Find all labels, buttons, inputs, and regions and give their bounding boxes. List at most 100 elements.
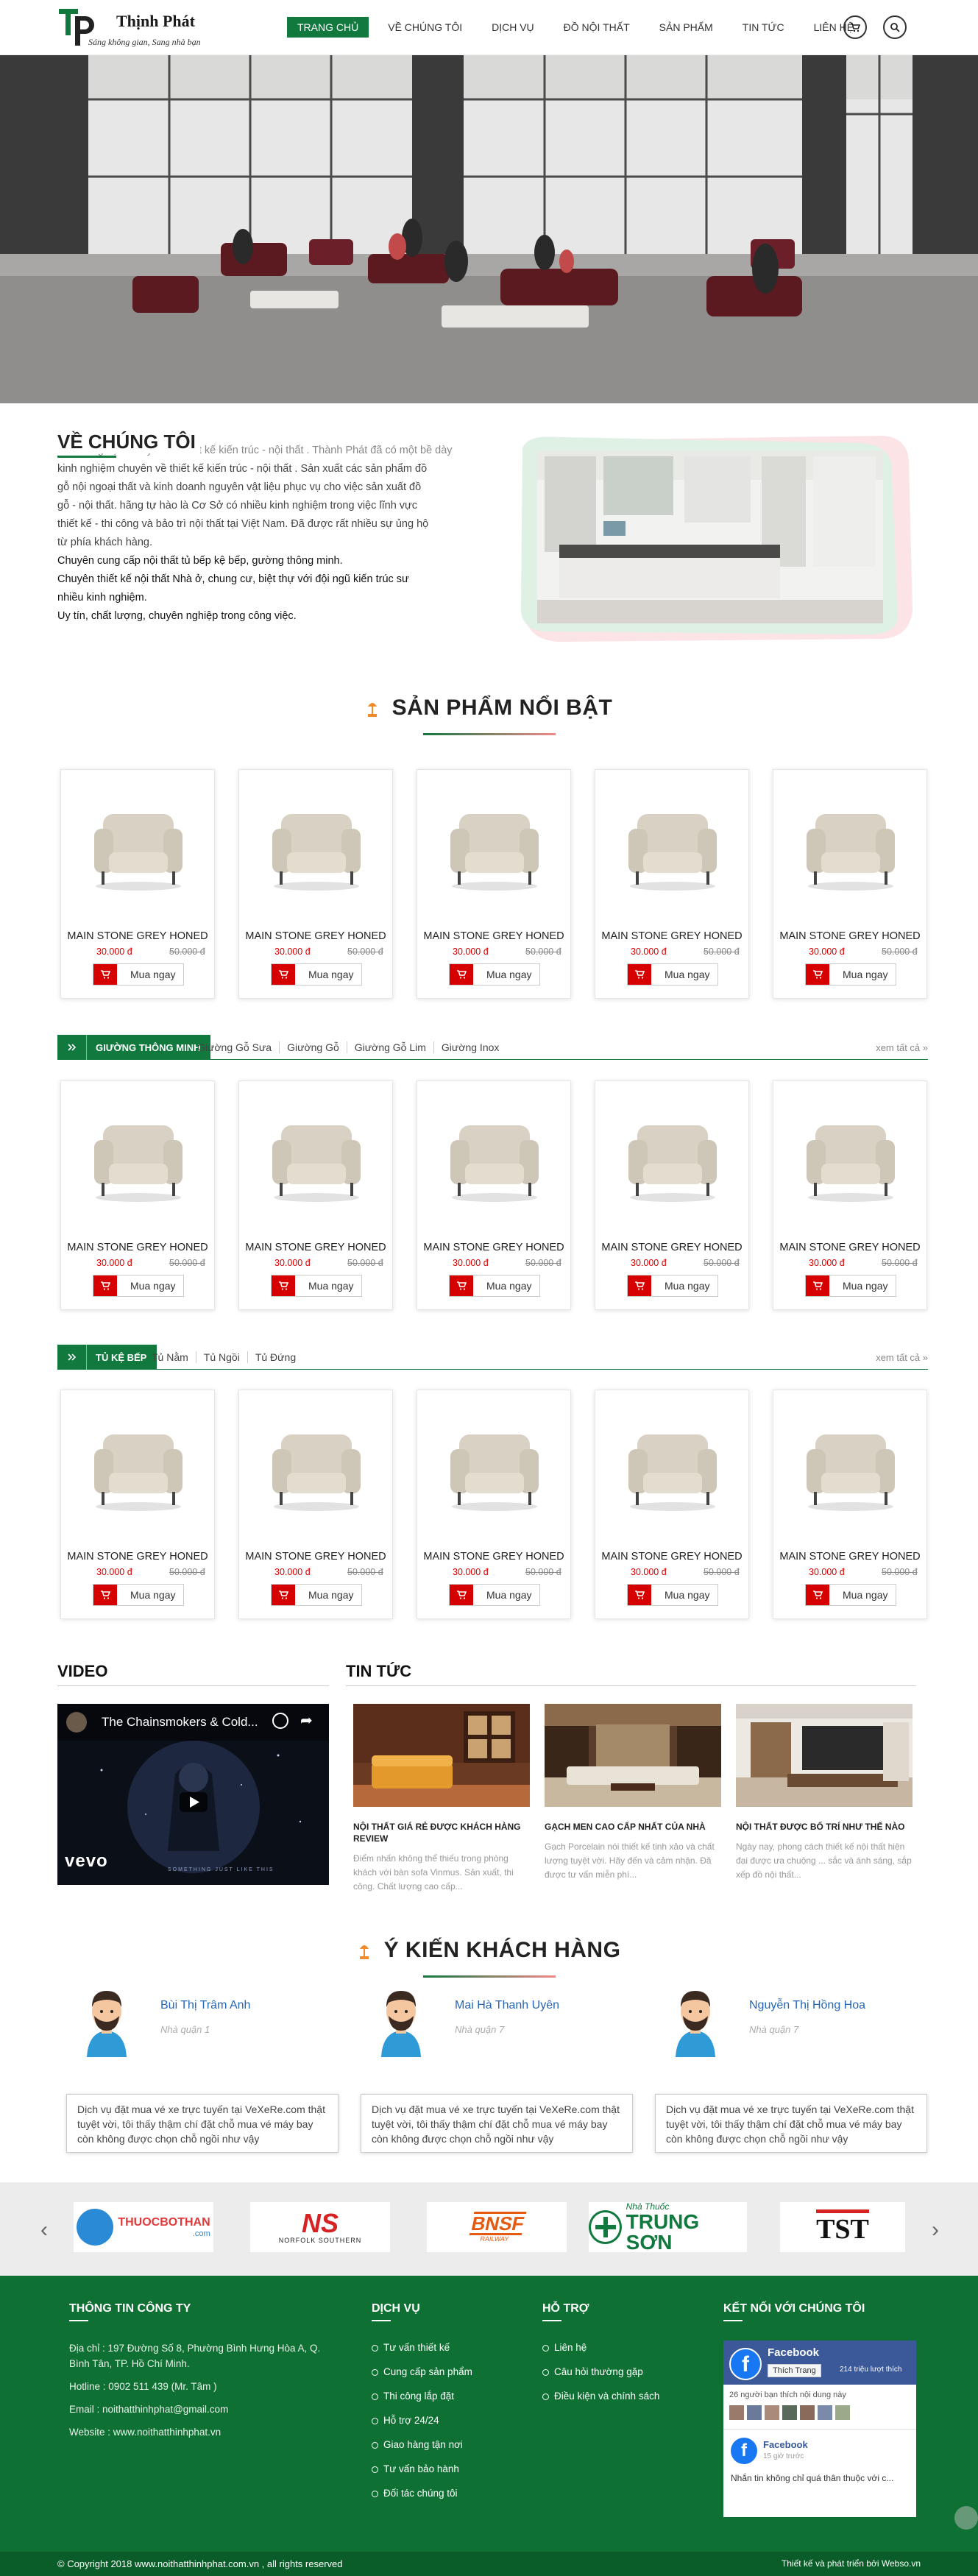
- product-card[interactable]: MAIN STONE GREY HONED 30.000 đ 50.000 đ Mua…: [595, 769, 749, 999]
- logo[interactable]: Thịnh Phát Sáng không gian, Sang nhà bạn: [57, 6, 219, 50]
- news-item[interactable]: NỘI THẤT ĐƯỢC BỐ TRÍ NHƯ THẾ NÀO Ngày na…: [736, 1704, 913, 1888]
- category-label[interactable]: GIƯỜNG THÔNG MINH: [57, 1035, 211, 1060]
- partner-logo[interactable]: BNSF RAILWAY: [427, 2202, 567, 2252]
- clock-icon[interactable]: [272, 1713, 288, 1729]
- product-name[interactable]: MAIN STONE GREY HONED: [61, 930, 214, 942]
- product-card[interactable]: MAIN STONE GREY HONED 30.000 đ 50.000 đ Mua…: [417, 769, 571, 999]
- buy-now-button[interactable]: Mua ngay: [805, 1275, 896, 1297]
- footer-service-link[interactable]: Cung cấp sản phẩm: [372, 2366, 472, 2377]
- nav-home[interactable]: TRANG CHỦ: [287, 17, 369, 38]
- nav-news[interactable]: TIN TỨC: [732, 17, 795, 38]
- footer-service-link[interactable]: Giao hàng tận nơi: [372, 2439, 472, 2450]
- buy-now-button[interactable]: Mua ngay: [627, 1584, 718, 1606]
- sub-category-link[interactable]: Giường Gỗ: [280, 1041, 347, 1053]
- sub-category-link[interactable]: Giường Gỗ Sưa: [190, 1041, 280, 1053]
- search-icon[interactable]: [883, 15, 907, 39]
- cart-icon[interactable]: [843, 15, 867, 39]
- product-name[interactable]: MAIN STONE GREY HONED: [239, 1551, 392, 1563]
- product-name[interactable]: MAIN STONE GREY HONED: [773, 930, 926, 942]
- product-name[interactable]: MAIN STONE GREY HONED: [595, 1242, 748, 1253]
- product-card[interactable]: MAIN STONE GREY HONED 30.000 đ 50.000 đ Mua…: [773, 769, 927, 999]
- footer-website[interactable]: Website : www.noithatthinhphat.vn: [69, 2424, 341, 2440]
- footer-service-link[interactable]: Thi công lắp đặt: [372, 2391, 472, 2402]
- product-card[interactable]: MAIN STONE GREY HONED 30.000 đ 50.000 đ Mua…: [773, 1390, 927, 1619]
- news-item-title[interactable]: NỘI THẤT GIÁ RẺ ĐƯỢC KHÁCH HÀNG REVIEW: [353, 1821, 530, 1844]
- footer-service-link[interactable]: Hỗ trợ 24/24: [372, 2415, 472, 2426]
- footer-service-link[interactable]: Tư vấn thiết kế: [372, 2342, 472, 2353]
- partner-logo[interactable]: NS NORFOLK SOUTHERN: [250, 2202, 390, 2252]
- news-item[interactable]: GẠCH MEN CAO CẤP NHẤT CỦA NHÀ Gạch Porce…: [545, 1704, 721, 1888]
- product-card[interactable]: MAIN STONE GREY HONED 30.000 đ 50.000 đ Mua…: [60, 769, 215, 999]
- partner-logo[interactable]: THUOCBOTHAN .com: [74, 2202, 213, 2252]
- news-item-title[interactable]: GẠCH MEN CAO CẤP NHẤT CỦA NHÀ: [545, 1821, 721, 1833]
- partner-logo[interactable]: Nhà Thuốc TRUNG SƠN: [589, 2201, 747, 2253]
- product-name[interactable]: MAIN STONE GREY HONED: [773, 1242, 926, 1253]
- video-player[interactable]: The Chainsmokers & Cold... ➦ vevo SOMETH…: [57, 1704, 329, 1885]
- product-name[interactable]: MAIN STONE GREY HONED: [61, 1551, 214, 1563]
- buy-now-button[interactable]: Mua ngay: [271, 1584, 362, 1606]
- product-name[interactable]: MAIN STONE GREY HONED: [61, 1242, 214, 1253]
- product-name[interactable]: MAIN STONE GREY HONED: [239, 1242, 392, 1253]
- testimonial-text: Dịch vụ đặt mua vé xe trực tuyến tại VeX…: [361, 2094, 633, 2153]
- product-card[interactable]: MAIN STONE GREY HONED 30.000 đ 50.000 đ Mua…: [417, 1390, 571, 1619]
- nav-about[interactable]: VỀ CHÚNG TÔI: [378, 17, 472, 38]
- buy-now-button[interactable]: Mua ngay: [449, 1275, 540, 1297]
- product-name[interactable]: MAIN STONE GREY HONED: [773, 1551, 926, 1563]
- facebook-widget[interactable]: f Facebook Thích Trang 214 triệu lượt th…: [723, 2340, 916, 2517]
- view-all-link[interactable]: xem tất cả »: [876, 1042, 928, 1053]
- scroll-top-button[interactable]: [954, 2506, 978, 2530]
- product-name[interactable]: MAIN STONE GREY HONED: [417, 1551, 570, 1563]
- buy-now-button[interactable]: Mua ngay: [627, 1275, 718, 1297]
- facebook-page-name[interactable]: Facebook: [768, 2346, 819, 2359]
- footer-service-link[interactable]: Đối tác chúng tôi: [372, 2488, 472, 2499]
- buy-now-button[interactable]: Mua ngay: [449, 1584, 540, 1606]
- product-card[interactable]: MAIN STONE GREY HONED 30.000 đ 50.000 đ Mua…: [417, 1080, 571, 1310]
- sub-category-link[interactable]: Tủ Đứng: [248, 1351, 303, 1363]
- nav-products[interactable]: SẢN PHẨM: [649, 17, 723, 38]
- view-all-link[interactable]: xem tất cả »: [876, 1352, 928, 1363]
- footer-email[interactable]: Email : noithatthinhphat@gmail.com: [69, 2402, 341, 2417]
- share-icon[interactable]: ➦: [300, 1711, 313, 1730]
- news-item-title[interactable]: NỘI THẤT ĐƯỢC BỐ TRÍ NHƯ THẾ NÀO: [736, 1821, 913, 1833]
- footer-service-link[interactable]: Tư vấn bảo hành: [372, 2463, 472, 2474]
- product-card[interactable]: MAIN STONE GREY HONED 30.000 đ 50.000 đ Mua…: [60, 1080, 215, 1310]
- buy-now-button[interactable]: Mua ngay: [627, 963, 718, 986]
- buy-now-button[interactable]: Mua ngay: [93, 1584, 184, 1606]
- buy-now-button[interactable]: Mua ngay: [805, 1584, 896, 1606]
- partner-logo[interactable]: TST: [780, 2202, 905, 2252]
- product-card[interactable]: MAIN STONE GREY HONED 30.000 đ 50.000 đ Mua…: [238, 1390, 393, 1619]
- product-card[interactable]: MAIN STONE GREY HONED 30.000 đ 50.000 đ Mua…: [595, 1390, 749, 1619]
- sub-category-link[interactable]: Tủ Nằm: [144, 1351, 196, 1363]
- sub-category-link[interactable]: Giường Gỗ Lim: [347, 1041, 434, 1053]
- buy-now-button[interactable]: Mua ngay: [805, 963, 896, 986]
- footer-support-link[interactable]: Liên hệ: [542, 2342, 659, 2353]
- facebook-like-button[interactable]: Thích Trang: [768, 2364, 821, 2377]
- buy-now-button[interactable]: Mua ngay: [93, 1275, 184, 1297]
- credit-text[interactable]: Thiết kế và phát triển bởi Webso.vn: [782, 2558, 921, 2569]
- chevron-right-icon[interactable]: ›: [932, 2218, 939, 2243]
- footer-support-link[interactable]: Câu hỏi thường gặp: [542, 2366, 659, 2377]
- product-card[interactable]: MAIN STONE GREY HONED 30.000 đ 50.000 đ Mua…: [773, 1080, 927, 1310]
- news-item[interactable]: NỘI THẤT GIÁ RẺ ĐƯỢC KHÁCH HÀNG REVIEW Đ…: [353, 1704, 530, 1892]
- buy-now-button[interactable]: Mua ngay: [93, 963, 184, 986]
- buy-now-button[interactable]: Mua ngay: [449, 963, 540, 986]
- product-card[interactable]: MAIN STONE GREY HONED 30.000 đ 50.000 đ Mua…: [595, 1080, 749, 1310]
- product-name[interactable]: MAIN STONE GREY HONED: [417, 930, 570, 942]
- sub-category-link[interactable]: Giường Inox: [434, 1041, 506, 1053]
- product-card[interactable]: MAIN STONE GREY HONED 30.000 đ 50.000 đ Mua…: [238, 769, 393, 999]
- footer-support-link[interactable]: Điều kiện và chính sách: [542, 2391, 659, 2402]
- nav-furniture[interactable]: ĐỒ NỘI THẤT: [553, 17, 640, 38]
- product-card[interactable]: MAIN STONE GREY HONED 30.000 đ 50.000 đ Mua…: [60, 1390, 215, 1619]
- product-card[interactable]: MAIN STONE GREY HONED 30.000 đ 50.000 đ Mua…: [238, 1080, 393, 1310]
- buy-now-button[interactable]: Mua ngay: [271, 1275, 362, 1297]
- product-name[interactable]: MAIN STONE GREY HONED: [595, 930, 748, 942]
- product-name[interactable]: MAIN STONE GREY HONED: [417, 1242, 570, 1253]
- nav-services[interactable]: DỊCH VỤ: [481, 17, 545, 38]
- chevron-left-icon[interactable]: ‹: [40, 2218, 48, 2243]
- product-name[interactable]: MAIN STONE GREY HONED: [239, 930, 392, 942]
- buy-now-button[interactable]: Mua ngay: [271, 963, 362, 986]
- product-name[interactable]: MAIN STONE GREY HONED: [595, 1551, 748, 1563]
- sub-category-link[interactable]: Tủ Ngồi: [196, 1351, 248, 1363]
- category-label[interactable]: TỦ KỆ BẾP: [57, 1345, 157, 1370]
- facebook-post-name[interactable]: Facebook: [763, 2439, 808, 2450]
